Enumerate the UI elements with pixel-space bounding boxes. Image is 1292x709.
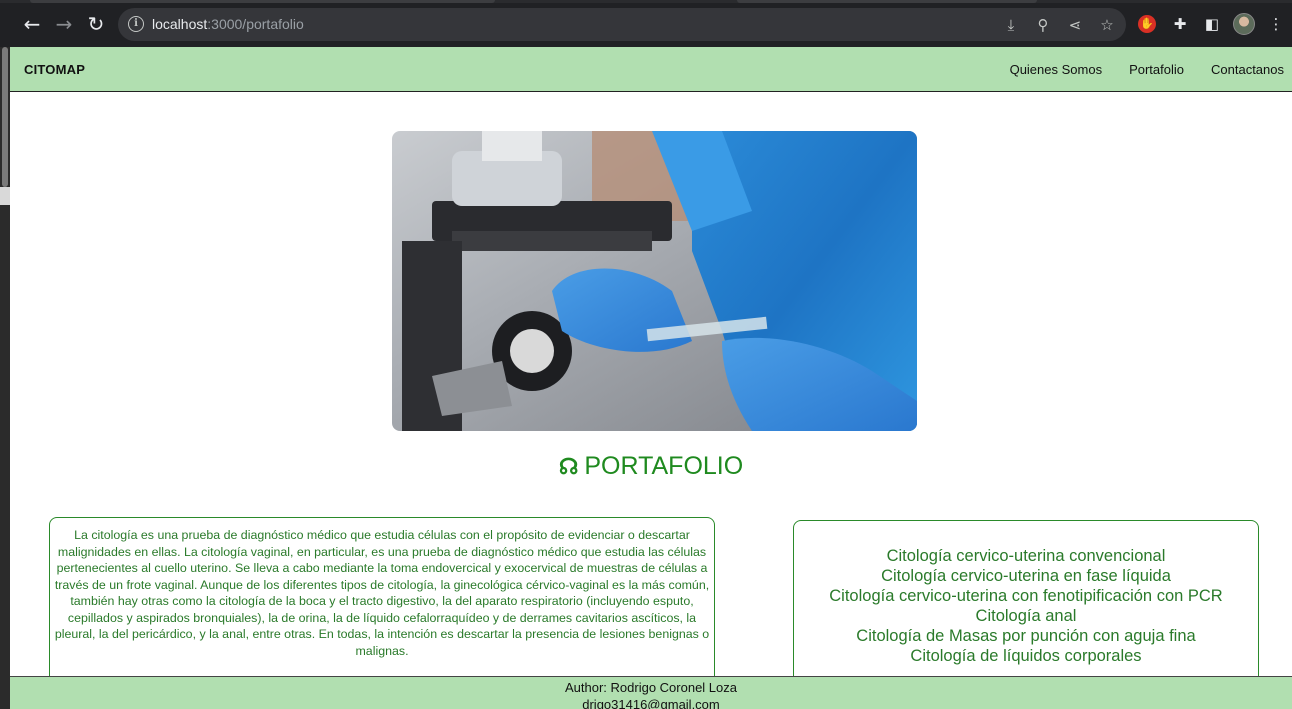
url-text[interactable]: localhost:3000/portafolio (152, 16, 304, 32)
service-item: Citología anal (975, 607, 1077, 625)
site-navbar: CITOMAP Quienes Somos Portafolio Contact… (10, 47, 1292, 92)
browser-toolbar: ← → ↻ i localhost:3000/portafolio ⤓ ⚲ ⋖ … (0, 0, 1292, 47)
page-title-text: PORTAFOLIO (584, 452, 744, 480)
page: CITOMAP Quienes Somos Portafolio Contact… (10, 47, 1292, 709)
nav-link-quienes-somos[interactable]: Quienes Somos (1010, 62, 1103, 77)
side-panel-icon[interactable]: ◧ (1202, 14, 1222, 34)
nav-links: Quienes Somos Portafolio Contactanos (1010, 62, 1284, 77)
extensions-puzzle-icon[interactable]: ✚ (1170, 14, 1190, 34)
share-icon[interactable]: ⋖ (1066, 16, 1084, 34)
footer-author: Author: Rodrigo Coronel Loza (565, 680, 737, 695)
forward-arrow-icon[interactable]: → (52, 12, 76, 36)
service-item: Citología cervico-uterina convencional (886, 547, 1166, 565)
install-app-icon[interactable]: ⤓ (1002, 16, 1020, 34)
microscope-photo (392, 131, 917, 431)
service-item: Citología cervico-uterina en fase líquid… (881, 567, 1171, 585)
window-edge (0, 47, 10, 709)
tab-active[interactable] (30, 0, 495, 3)
brand-logo-text[interactable]: CITOMAP (24, 62, 85, 77)
services-list: Citología cervico-uterina convencional C… (794, 546, 1258, 666)
nav-link-portafolio[interactable]: Portafolio (1129, 62, 1184, 77)
tab-inactive[interactable] (737, 0, 1037, 3)
browser-menu-icon[interactable]: ⋮ (1266, 14, 1286, 34)
nav-link-contactanos[interactable]: Contactanos (1211, 62, 1284, 77)
site-info-icon[interactable]: i (128, 16, 144, 32)
headphones-icon: ☊ (558, 454, 579, 479)
description-text: La citología es una prueba de diagnóstic… (54, 528, 710, 658)
url-path: :3000/portafolio (207, 16, 304, 32)
extension-stop-icon[interactable]: ✋ (1138, 15, 1156, 33)
scrollbar-thumb[interactable] (2, 47, 8, 187)
service-item: Citología de Masas por punción con aguja… (856, 627, 1196, 645)
zoom-icon[interactable]: ⚲ (1034, 16, 1052, 34)
bookmark-star-icon[interactable]: ☆ (1098, 16, 1116, 34)
page-title: ☊ PORTAFOLIO (10, 452, 1292, 481)
reload-icon[interactable]: ↻ (84, 12, 108, 36)
back-arrow-icon[interactable]: ← (20, 12, 44, 36)
profile-avatar[interactable] (1233, 13, 1255, 35)
edge-highlight (0, 187, 10, 205)
address-bar[interactable]: i localhost:3000/portafolio ⤓ ⚲ ⋖ ☆ (118, 8, 1126, 41)
url-host: localhost (152, 16, 208, 32)
service-item: Citología cervico-uterina con fenotipifi… (829, 587, 1223, 605)
footer-email[interactable]: drigo31416@gmail.com (10, 696, 1292, 709)
site-footer: Author: Rodrigo Coronel Loza drigo31416@… (10, 676, 1292, 709)
hero-image (392, 131, 917, 431)
service-item: Citología de líquidos corporales (910, 647, 1142, 665)
tab-strip (0, 0, 1292, 3)
